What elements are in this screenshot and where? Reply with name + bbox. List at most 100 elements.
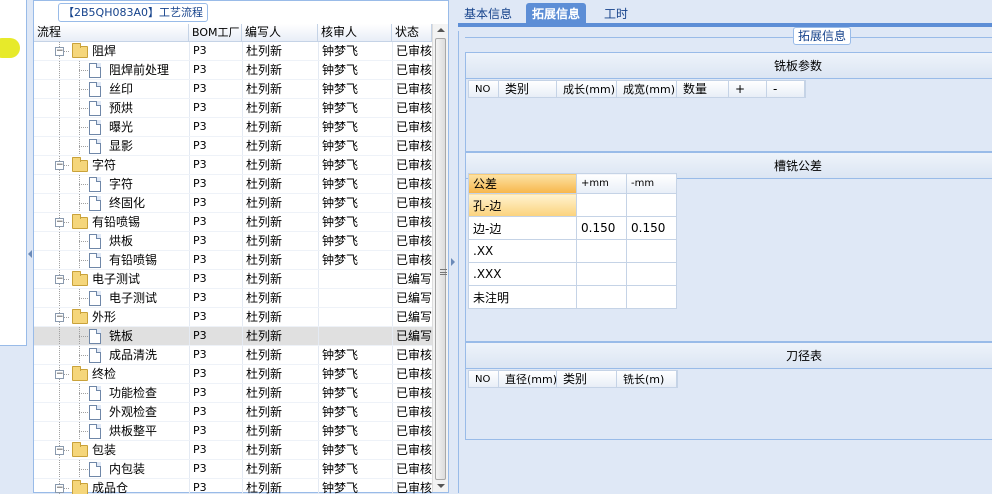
splitter-right[interactable] [449, 0, 458, 493]
tolerance-col-label[interactable]: 公差 [468, 173, 577, 194]
tree-row[interactable]: 预烘 P3 杜列新 钟梦飞 已审核 [34, 99, 432, 118]
tolerance-col-plus[interactable]: +mm [576, 173, 627, 194]
collapse-toggle-icon[interactable]: − [55, 370, 64, 379]
scroll-down-icon[interactable] [437, 484, 445, 488]
chat-bubble-icon[interactable] [0, 38, 20, 58]
collapse-left-arrow-icon[interactable] [28, 250, 32, 258]
tree-row[interactable]: − 包装 P3 杜列新 钟梦飞 已审核 [34, 441, 432, 460]
tree-node-cell[interactable]: − 有铅喷锡 [34, 213, 189, 231]
tolerance-row[interactable]: 边-边 0.150 0.150 [468, 216, 677, 240]
collapse-toggle-icon[interactable]: − [55, 313, 64, 322]
collapse-toggle-icon[interactable]: − [55, 218, 64, 227]
tolerance-col-minus[interactable]: -mm [626, 173, 677, 194]
tree-node-cell[interactable]: 功能检查 [34, 384, 189, 402]
tree-vertical-scrollbar[interactable] [432, 24, 448, 492]
collapse-toggle-icon[interactable]: − [55, 484, 64, 493]
tree-row[interactable]: 丝印 P3 杜列新 钟梦飞 已审核 [34, 80, 432, 99]
tree-node-cell[interactable]: 曝光 [34, 118, 189, 136]
mb-col-add[interactable]: + [729, 81, 767, 97]
col-header-status[interactable]: 状态 [392, 24, 432, 42]
collapse-toggle-icon[interactable]: − [55, 47, 64, 56]
tree-row[interactable]: 电子测试 P3 杜列新 已编写 [34, 289, 432, 308]
tree-row[interactable]: 铣板 P3 杜列新 已编写 [34, 327, 432, 346]
mb-col-width[interactable]: 成宽(mm) [617, 81, 677, 97]
tree-row[interactable]: 成品清洗 P3 杜列新 钟梦飞 已审核 [34, 346, 432, 365]
tree-row[interactable]: − 字符 P3 杜列新 钟梦飞 已审核 [34, 156, 432, 175]
tree-row[interactable]: 功能检查 P3 杜列新 钟梦飞 已审核 [34, 384, 432, 403]
scroll-thumb[interactable] [435, 38, 447, 480]
tree-node-cell[interactable]: − 终检 [34, 365, 189, 383]
tab-worktime[interactable]: 工时 [598, 3, 634, 25]
tree-node-cell[interactable]: − 字符 [34, 156, 189, 174]
tolerance-row[interactable]: .XXX [468, 262, 677, 286]
tolerance-row[interactable]: .XX [468, 239, 677, 263]
tree-node-cell[interactable]: 终固化 [34, 194, 189, 212]
tolerance-plus-cell[interactable] [576, 193, 627, 217]
tree-node-cell[interactable]: 内包装 [34, 460, 189, 478]
collapse-toggle-icon[interactable]: − [55, 275, 64, 284]
tolerance-minus-cell[interactable] [626, 262, 677, 286]
tree-row[interactable]: − 外形 P3 杜列新 已编写 [34, 308, 432, 327]
tree-node-cell[interactable]: 铣板 [34, 327, 189, 345]
tree-node-cell[interactable]: − 阻焊 [34, 42, 189, 60]
col-header-bom[interactable]: BOM工厂 [189, 24, 242, 42]
mb-col-length[interactable]: 成长(mm) [557, 81, 617, 97]
tree-node-cell[interactable]: 字符 [34, 175, 189, 193]
scroll-up-icon[interactable] [437, 28, 445, 32]
tree-node-cell[interactable]: 预烘 [34, 99, 189, 117]
tree-node-cell[interactable]: 电子测试 [34, 289, 189, 307]
tolerance-row[interactable]: 孔-边 [468, 193, 677, 217]
tree-node-cell[interactable]: 有铅喷锡 [34, 251, 189, 269]
tolerance-plus-cell[interactable]: 0.150 [576, 216, 627, 240]
tree-row[interactable]: 阻焊前处理 P3 杜列新 钟梦飞 已审核 [34, 61, 432, 80]
td-col-no[interactable]: NO [469, 371, 499, 387]
tree-row[interactable]: − 阻焊 P3 杜列新 钟梦飞 已审核 [34, 42, 432, 61]
tree-node-cell[interactable]: − 电子测试 [34, 270, 189, 288]
expand-right-arrow-icon[interactable] [451, 258, 455, 266]
col-header-writer[interactable]: 编写人 [242, 24, 318, 42]
td-col-category[interactable]: 类别 [557, 371, 617, 387]
tolerance-plus-cell[interactable] [576, 285, 627, 309]
collapse-toggle-icon[interactable]: − [55, 161, 64, 170]
tree-node-cell[interactable]: 外观检查 [34, 403, 189, 421]
tree-node-cell[interactable]: 烘板整平 [34, 422, 189, 440]
mb-col-no[interactable]: NO [469, 81, 499, 97]
tree-node-cell[interactable]: 成品清洗 [34, 346, 189, 364]
tree-row[interactable]: 终固化 P3 杜列新 钟梦飞 已审核 [34, 194, 432, 213]
tree-row[interactable]: 字符 P3 杜列新 钟梦飞 已审核 [34, 175, 432, 194]
tolerance-minus-cell[interactable] [626, 285, 677, 309]
tree-row[interactable]: 曝光 P3 杜列新 钟梦飞 已审核 [34, 118, 432, 137]
tree-row[interactable]: 外观检查 P3 杜列新 钟梦飞 已审核 [34, 403, 432, 422]
mb-col-remove[interactable]: - [767, 81, 805, 97]
tree-row[interactable]: − 成品仓 P3 杜列新 钟梦飞 已审核 [34, 479, 432, 494]
mb-col-quantity[interactable]: 数量 [677, 81, 729, 97]
tab-extended-info[interactable]: 拓展信息 [526, 3, 587, 25]
mb-col-category[interactable]: 类别 [499, 81, 557, 97]
tree-row[interactable]: 有铅喷锡 P3 杜列新 钟梦飞 已审核 [34, 251, 432, 270]
tree-node-cell[interactable]: 丝印 [34, 80, 189, 98]
tree-node-cell[interactable]: 烘板 [34, 232, 189, 250]
tolerance-minus-cell[interactable] [626, 239, 677, 263]
tree-row[interactable]: 内包装 P3 杜列新 钟梦飞 已审核 [34, 460, 432, 479]
td-col-mill-length[interactable]: 铣长(m) [617, 371, 677, 387]
tree-row[interactable]: − 有铅喷锡 P3 杜列新 钟梦飞 已审核 [34, 213, 432, 232]
tree-row[interactable]: 显影 P3 杜列新 钟梦飞 已审核 [34, 137, 432, 156]
tree-row[interactable]: 烘板 P3 杜列新 钟梦飞 已审核 [34, 232, 432, 251]
tree-row[interactable]: − 终检 P3 杜列新 钟梦飞 已审核 [34, 365, 432, 384]
tree-node-cell[interactable]: − 外形 [34, 308, 189, 326]
tolerance-row[interactable]: 未注明 [468, 285, 677, 309]
tree-row[interactable]: − 电子测试 P3 杜列新 已编写 [34, 270, 432, 289]
tree-row[interactable]: 烘板整平 P3 杜列新 钟梦飞 已审核 [34, 422, 432, 441]
collapse-toggle-icon[interactable]: − [55, 446, 64, 455]
tolerance-minus-cell[interactable]: 0.150 [626, 216, 677, 240]
tolerance-minus-cell[interactable] [626, 193, 677, 217]
tab-basic-info[interactable]: 基本信息 [458, 3, 518, 25]
col-header-reviewer[interactable]: 核审人 [318, 24, 392, 42]
tree-node-cell[interactable]: 显影 [34, 137, 189, 155]
td-col-diameter[interactable]: 直径(mm) [499, 371, 557, 387]
tree-node-cell[interactable]: − 包装 [34, 441, 189, 459]
tolerance-plus-cell[interactable] [576, 239, 627, 263]
col-header-process[interactable]: 流程 [34, 24, 189, 42]
tree-node-cell[interactable]: 阻焊前处理 [34, 61, 189, 79]
tree-node-cell[interactable]: − 成品仓 [34, 479, 189, 494]
